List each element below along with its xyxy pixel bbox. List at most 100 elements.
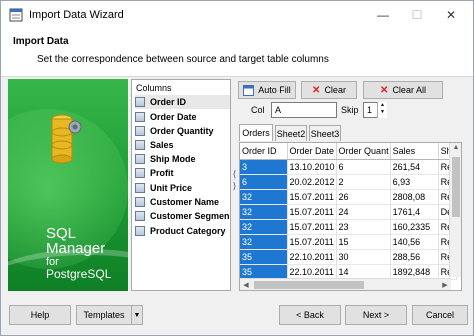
table-cell[interactable]: 35: [240, 249, 288, 265]
back-button[interactable]: < Back: [279, 305, 341, 325]
table-cell[interactable]: 261,54: [390, 159, 439, 175]
column-item[interactable]: Product Category: [135, 224, 230, 238]
table-row[interactable]: 35 22.10.2011 14 1892,848 Re: [240, 264, 457, 280]
column-item[interactable]: Order Date: [135, 110, 230, 124]
table-cell[interactable]: 140,56: [390, 234, 439, 250]
table-cell[interactable]: 30: [336, 249, 391, 265]
column-item[interactable]: Profit: [135, 166, 230, 180]
column-item[interactable]: Order ID: [135, 95, 230, 109]
spin-up-icon[interactable]: ▲: [378, 102, 387, 109]
table-row[interactable]: 6 20.02.2012 2 6,93 Re: [240, 174, 457, 190]
banner-line-2: Manager: [46, 240, 106, 257]
table-cell[interactable]: 32: [240, 234, 288, 250]
table-cell[interactable]: 23: [336, 219, 391, 235]
clear-button[interactable]: ✕ Clear: [301, 81, 357, 99]
column-item[interactable]: Customer Name: [135, 195, 230, 209]
templates-button[interactable]: Templates: [76, 305, 132, 325]
skip-label: Skip: [341, 105, 359, 115]
column-header[interactable]: Order Quant: [336, 143, 391, 160]
step-title: Import Data: [13, 36, 69, 47]
tab-sheet3[interactable]: Sheet3: [309, 125, 341, 141]
table-cell[interactable]: 2808,08: [390, 189, 439, 205]
table-row[interactable]: 35 22.10.2011 30 288,56 Re: [240, 249, 457, 265]
clear-all-button[interactable]: ✕ Clear All: [363, 81, 443, 99]
vertical-scroll-thumb[interactable]: [452, 157, 460, 217]
maximize-button[interactable]: ☐: [409, 7, 425, 23]
auto-fill-button[interactable]: Auto Fill: [238, 81, 296, 99]
table-cell[interactable]: 15.07.2011: [287, 189, 337, 205]
tab-orders[interactable]: Orders: [239, 124, 273, 141]
next-button[interactable]: Next >: [345, 305, 407, 325]
scroll-right-icon[interactable]: ▶: [439, 281, 451, 289]
col-input[interactable]: A: [271, 102, 337, 118]
table-cell[interactable]: 1761,4: [390, 204, 439, 220]
horizontal-scrollbar[interactable]: ◀ ▶: [240, 278, 451, 290]
column-item-label: Sales: [150, 140, 174, 150]
collapse-right-icon[interactable]: ⟩: [231, 181, 238, 191]
column-item[interactable]: Unit Price: [135, 181, 230, 195]
table-row[interactable]: 32 15.07.2011 24 1761,4 De: [240, 204, 457, 220]
cancel-button[interactable]: Cancel: [412, 305, 468, 325]
table-cell[interactable]: 13.10.2010: [287, 159, 337, 175]
table-cell[interactable]: 6,93: [390, 174, 439, 190]
minimize-button[interactable]: —: [375, 7, 391, 23]
table-cell[interactable]: 32: [240, 219, 288, 235]
table-cell[interactable]: 20.02.2012: [287, 174, 337, 190]
table-cell[interactable]: 22.10.2011: [287, 264, 337, 280]
table-cell[interactable]: 22.10.2011: [287, 249, 337, 265]
close-button[interactable]: ✕: [443, 7, 459, 23]
banner-product-name: SQL Manager for PostgreSQL: [46, 226, 111, 281]
table-cell[interactable]: 6: [240, 174, 288, 190]
table-row[interactable]: 32 15.07.2011 23 160,2335 Re: [240, 219, 457, 235]
table-cell[interactable]: 15.07.2011: [287, 234, 337, 250]
templates-dropdown-icon[interactable]: ▼: [131, 305, 143, 325]
auto-fill-label: Auto Fill: [258, 85, 291, 95]
vertical-scrollbar[interactable]: ▲: [449, 143, 461, 277]
product-banner: SQL Manager for PostgreSQL: [8, 79, 128, 291]
table-header-row: Order ID Order Date Order Quant Sales Sh…: [240, 143, 457, 160]
column-item[interactable]: Sales: [135, 138, 230, 152]
table-cell[interactable]: 15.07.2011: [287, 219, 337, 235]
table-cell[interactable]: 288,56: [390, 249, 439, 265]
column-item-label: Profit: [150, 168, 174, 178]
table-cell[interactable]: 15.07.2011: [287, 204, 337, 220]
target-columns-list[interactable]: Columns Order ID Order Date Order Quanti…: [131, 79, 231, 291]
scroll-up-icon[interactable]: ▲: [450, 144, 461, 151]
spin-down-icon[interactable]: ▼: [378, 109, 387, 116]
panel-splitter[interactable]: ⟨ ⟩: [231, 79, 238, 291]
column-header[interactable]: Order ID: [240, 143, 288, 160]
table-cell[interactable]: 32: [240, 189, 288, 205]
table-cell[interactable]: 15: [336, 234, 391, 250]
column-item-label: Customer Segmen: [150, 211, 230, 221]
table-cell[interactable]: 6: [336, 159, 391, 175]
source-data-grid[interactable]: Order ID Order Date Order Quant Sales Sh…: [239, 142, 462, 291]
table-cell[interactable]: 1892,848: [390, 264, 439, 280]
column-item[interactable]: Order Quantity: [135, 124, 230, 138]
column-item[interactable]: Customer Segmen: [135, 209, 230, 223]
tab-sheet2[interactable]: Sheet2: [275, 125, 307, 141]
column-icon: [135, 183, 145, 193]
table-cell[interactable]: 26: [336, 189, 391, 205]
table-cell[interactable]: 35: [240, 264, 288, 280]
horizontal-scroll-thumb[interactable]: [254, 281, 364, 289]
table-row[interactable]: 32 15.07.2011 15 140,56 Re: [240, 234, 457, 250]
table-cell[interactable]: 14: [336, 264, 391, 280]
column-icon: [135, 126, 145, 136]
table-cell[interactable]: 2: [336, 174, 391, 190]
table-cell[interactable]: 32: [240, 204, 288, 220]
help-button[interactable]: Help: [9, 305, 71, 325]
column-icon: [135, 226, 145, 236]
column-header[interactable]: Order Date: [287, 143, 337, 160]
collapse-left-icon[interactable]: ⟨: [231, 169, 238, 179]
table-cell[interactable]: 160,2335: [390, 219, 439, 235]
column-header[interactable]: Sales: [390, 143, 439, 160]
table-row[interactable]: 3 13.10.2010 6 261,54 Re: [240, 159, 457, 175]
table-row[interactable]: 32 15.07.2011 26 2808,08 Re: [240, 189, 457, 205]
skip-spinner[interactable]: ▲ ▼: [377, 102, 387, 118]
column-icon: [135, 154, 145, 164]
column-item[interactable]: Ship Mode: [135, 152, 230, 166]
table-cell[interactable]: 24: [336, 204, 391, 220]
table-cell[interactable]: 3: [240, 159, 288, 175]
column-icon: [135, 112, 145, 122]
scroll-left-icon[interactable]: ◀: [240, 281, 252, 289]
